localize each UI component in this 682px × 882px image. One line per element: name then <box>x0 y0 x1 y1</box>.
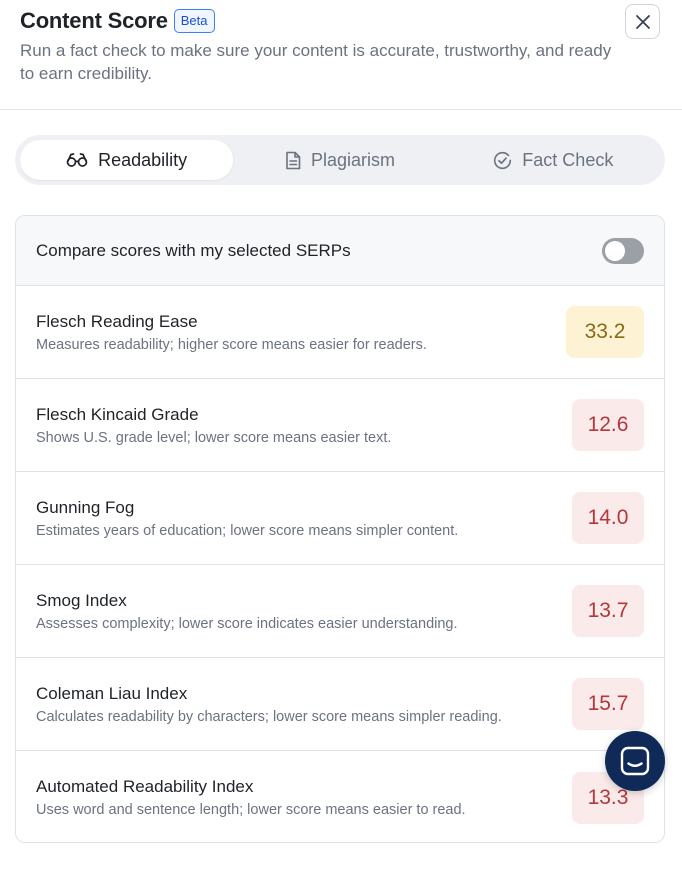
metric-name: Automated Readability Index <box>36 777 254 796</box>
metric-score: 13.7 <box>572 585 644 637</box>
metric-description: Measures readability; higher score means… <box>36 336 427 353</box>
metric-name: Flesch Reading Ease <box>36 311 198 331</box>
panel-header: Content Score Beta Run a fact check to m… <box>0 0 682 110</box>
metric-row: Coleman Liau Index Calculates readabilit… <box>16 658 664 751</box>
check-circle-icon <box>493 151 512 170</box>
beta-badge: Beta <box>173 9 215 33</box>
metric-score: 15.7 <box>572 678 644 730</box>
compare-serps-toggle[interactable] <box>602 237 644 264</box>
metric-description: Assesses complexity; lower score indicat… <box>36 615 458 632</box>
metric-row: Flesch Reading Ease Measures readability… <box>16 286 664 379</box>
chat-launcher-button[interactable] <box>605 731 665 791</box>
page-title: Content Score <box>20 8 168 33</box>
tab-readability[interactable]: Readability <box>20 140 234 180</box>
metric-score: 14.0 <box>572 492 644 544</box>
metric-row: Gunning Fog Estimates years of education… <box>16 472 664 565</box>
glasses-icon <box>66 152 88 168</box>
metric-name: Gunning Fog <box>36 497 135 517</box>
metric-name: Coleman Liau Index <box>36 683 188 703</box>
metric-score: 33.2 <box>566 306 644 358</box>
tab-fact-check-label: Fact Check <box>522 149 614 170</box>
tab-fact-check[interactable]: Fact Check <box>447 140 660 180</box>
tab-plagiarism-label: Plagiarism <box>310 149 395 170</box>
metric-row: Smog Index Assesses complexity; lower sc… <box>16 565 664 658</box>
metric-description: Calculates readability by characters; lo… <box>36 708 502 725</box>
metric-description: Shows U.S. grade level; lower score mean… <box>36 429 392 446</box>
tab-plagiarism[interactable]: Plagiarism <box>233 140 446 180</box>
compare-serps-row: Compare scores with my selected SERPs <box>16 216 664 286</box>
scores-card: Compare scores with my selected SERPs Fl… <box>15 215 665 843</box>
tab-bar: Readability Plagiarism Fact Check <box>15 135 665 185</box>
metric-name: Flesch Kincaid Grade <box>36 404 199 424</box>
compare-serps-label: Compare scores with my selected SERPs <box>36 240 351 260</box>
chat-icon <box>620 746 650 776</box>
metric-row: Automated Readability Index Uses word an… <box>16 751 664 842</box>
close-icon <box>635 14 650 29</box>
metric-score: 12.6 <box>572 399 644 451</box>
metric-description: Uses word and sentence length; lower sco… <box>36 802 466 818</box>
document-icon <box>285 151 301 170</box>
metric-row: Flesch Kincaid Grade Shows U.S. grade le… <box>16 379 664 472</box>
metric-description: Estimates years of education; lower scor… <box>36 522 459 539</box>
tab-readability-label: Readability <box>98 149 188 170</box>
close-button[interactable] <box>625 4 660 39</box>
title-row: Content Score Beta <box>20 8 215 34</box>
metric-name: Smog Index <box>36 590 127 610</box>
page-subtitle: Run a fact check to make sure your conte… <box>20 41 612 83</box>
toggle-knob <box>605 240 625 261</box>
